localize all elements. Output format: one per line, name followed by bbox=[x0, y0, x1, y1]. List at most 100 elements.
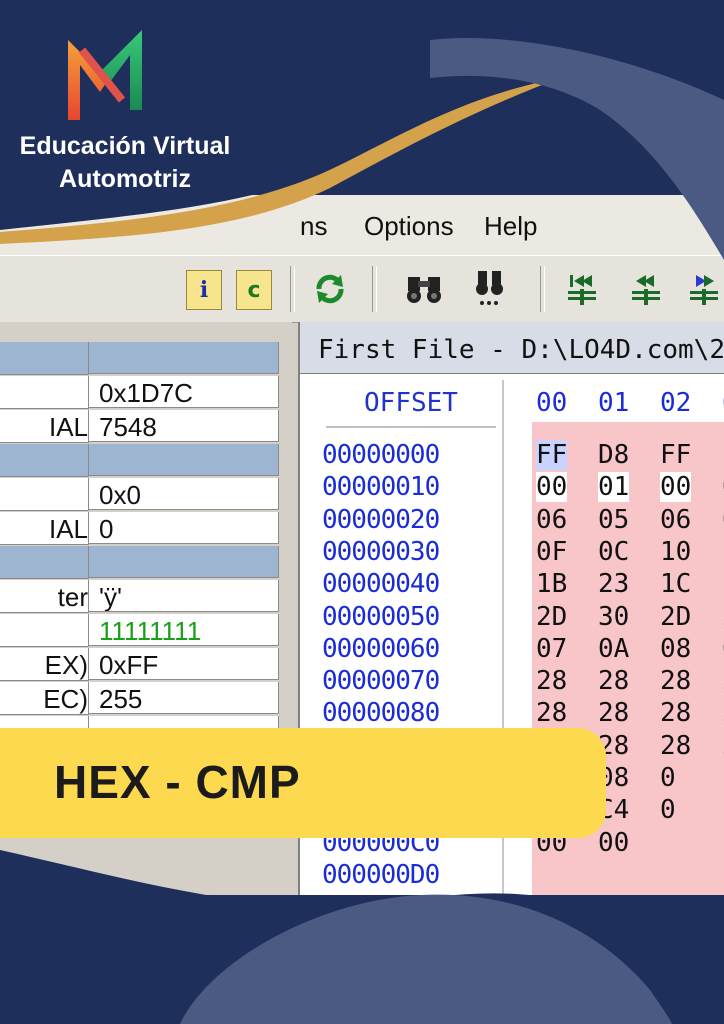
find-next-icon bbox=[476, 271, 503, 305]
hex-byte[interactable]: 07 bbox=[536, 634, 567, 664]
hex-byte[interactable]: 28 bbox=[660, 731, 691, 761]
info-label bbox=[0, 444, 89, 477]
info-label: IAL bbox=[0, 410, 89, 443]
info-row[interactable]: EX) 0xFF bbox=[0, 648, 282, 681]
brand-line-2: Automotriz bbox=[59, 165, 191, 193]
offset-value: 00000010 bbox=[322, 472, 440, 503]
hex-byte[interactable]: 0 bbox=[660, 795, 676, 825]
toolbar-separator bbox=[290, 266, 295, 312]
offset-value: 000000D0 bbox=[322, 859, 440, 890]
next-diff-icon bbox=[690, 275, 718, 305]
menu-bar: ns Options Help bbox=[0, 195, 724, 255]
info-label: EC) bbox=[0, 682, 89, 715]
first-diff-icon bbox=[568, 275, 596, 305]
info-row[interactable]: 0x1D7C bbox=[0, 376, 282, 409]
next-diff-button[interactable] bbox=[684, 270, 724, 308]
prev-diff-icon bbox=[632, 275, 660, 305]
hex-byte[interactable]: 00 bbox=[598, 828, 629, 858]
hex-byte[interactable]: 28 bbox=[598, 698, 629, 728]
info-value bbox=[89, 546, 279, 578]
info-row[interactable]: 11111111 bbox=[0, 614, 282, 647]
info-section-header[interactable] bbox=[0, 444, 282, 477]
menu-item-help[interactable]: Help bbox=[484, 211, 537, 242]
info-value: 7548 bbox=[89, 410, 279, 442]
info-label: IAL bbox=[0, 512, 89, 545]
column-header: 00 bbox=[536, 388, 568, 418]
hex-byte[interactable]: 0F bbox=[536, 537, 567, 567]
hex-byte[interactable]: 1C bbox=[660, 569, 691, 599]
refresh-button[interactable] bbox=[308, 270, 352, 308]
hex-byte[interactable]: D8 bbox=[598, 440, 629, 470]
info-value bbox=[89, 342, 279, 374]
info-icon: i bbox=[199, 277, 209, 303]
hex-byte[interactable]: 2D bbox=[660, 602, 691, 632]
toolbar-separator bbox=[372, 266, 377, 312]
menu-item-options[interactable]: Options bbox=[364, 211, 454, 242]
hex-byte[interactable]: FF bbox=[660, 440, 691, 470]
info-row[interactable]: IAL 0 bbox=[0, 512, 282, 545]
poster-title: HEX - CMP bbox=[54, 756, 301, 808]
info-label bbox=[0, 614, 89, 647]
info-row[interactable]: IAL 7548 bbox=[0, 410, 282, 443]
hex-byte[interactable]: 30 bbox=[598, 602, 629, 632]
hex-byte[interactable]: 28 bbox=[536, 698, 567, 728]
info-value: 0 bbox=[89, 512, 279, 544]
hex-byte[interactable]: 05 bbox=[598, 505, 629, 535]
info-row[interactable]: EC) 255 bbox=[0, 682, 282, 715]
toolbar: i c bbox=[0, 255, 724, 323]
poster: ns Options Help i c 0x1D7C IAL 7548 0x0 … bbox=[0, 0, 724, 1024]
info-value bbox=[89, 444, 279, 476]
hex-byte[interactable]: 1B bbox=[536, 569, 567, 599]
hex-byte[interactable]: 00 bbox=[660, 472, 692, 503]
hex-byte[interactable]: 28 bbox=[660, 666, 691, 696]
hex-byte[interactable]: 2D bbox=[536, 602, 567, 632]
hex-byte[interactable]: 28 bbox=[536, 666, 567, 696]
info-section-header[interactable] bbox=[0, 546, 282, 579]
info-button[interactable]: i bbox=[186, 270, 222, 310]
offset-value: 00000050 bbox=[322, 601, 440, 632]
offset-value: 00000040 bbox=[322, 569, 440, 600]
brand-name: Educación Virtual Automotriz bbox=[0, 130, 250, 196]
info-label bbox=[0, 478, 89, 511]
info-label bbox=[0, 546, 89, 579]
find-next-button[interactable] bbox=[466, 270, 514, 308]
info-label bbox=[0, 342, 89, 375]
info-value: 0x1D7C bbox=[89, 376, 279, 408]
info-label bbox=[0, 376, 89, 409]
hex-byte[interactable]: 00 bbox=[536, 472, 568, 503]
info-value: 0x0 bbox=[89, 478, 279, 510]
hex-byte[interactable]: 06 bbox=[536, 505, 567, 535]
hex-byte[interactable]: 0 bbox=[660, 763, 676, 793]
menu-item-partial[interactable]: ns bbox=[300, 211, 327, 242]
info-row[interactable]: 0x0 bbox=[0, 478, 282, 511]
prev-diff-button[interactable] bbox=[624, 270, 668, 308]
hex-byte[interactable]: 23 bbox=[598, 569, 629, 599]
hex-byte[interactable]: 10 bbox=[660, 537, 691, 567]
hex-byte[interactable]: 01 bbox=[598, 472, 630, 503]
compare-button[interactable]: c bbox=[236, 270, 272, 310]
info-row[interactable]: ter'ÿ' bbox=[0, 580, 282, 613]
offset-value: 00000020 bbox=[322, 504, 440, 535]
find-icon bbox=[407, 277, 441, 303]
hex-byte[interactable]: 06 bbox=[660, 505, 691, 535]
hex-byte[interactable]: 08 bbox=[660, 634, 691, 664]
find-button[interactable] bbox=[400, 270, 448, 308]
offset-value: 00000030 bbox=[322, 536, 440, 567]
column-header: 01 bbox=[598, 388, 630, 418]
hex-byte[interactable]: FF bbox=[536, 440, 568, 470]
info-label: EX) bbox=[0, 648, 89, 681]
info-label: ter bbox=[0, 580, 89, 613]
hex-byte[interactable]: 28 bbox=[660, 698, 691, 728]
toolbar-separator bbox=[540, 266, 545, 312]
info-value: 'ÿ' bbox=[89, 580, 279, 612]
hex-byte[interactable]: 28 bbox=[598, 666, 629, 696]
first-diff-button[interactable] bbox=[560, 270, 604, 308]
brand-line-1: Educación Virtual bbox=[19, 132, 231, 160]
hex-byte[interactable]: 0A bbox=[598, 634, 629, 664]
info-section-header[interactable] bbox=[0, 342, 282, 375]
refresh-icon bbox=[316, 274, 344, 304]
compare-icon: c bbox=[247, 277, 261, 303]
info-value: 0xFF bbox=[89, 648, 279, 680]
hex-byte[interactable]: 0C bbox=[598, 537, 629, 567]
info-value: 11111111 bbox=[89, 614, 279, 646]
